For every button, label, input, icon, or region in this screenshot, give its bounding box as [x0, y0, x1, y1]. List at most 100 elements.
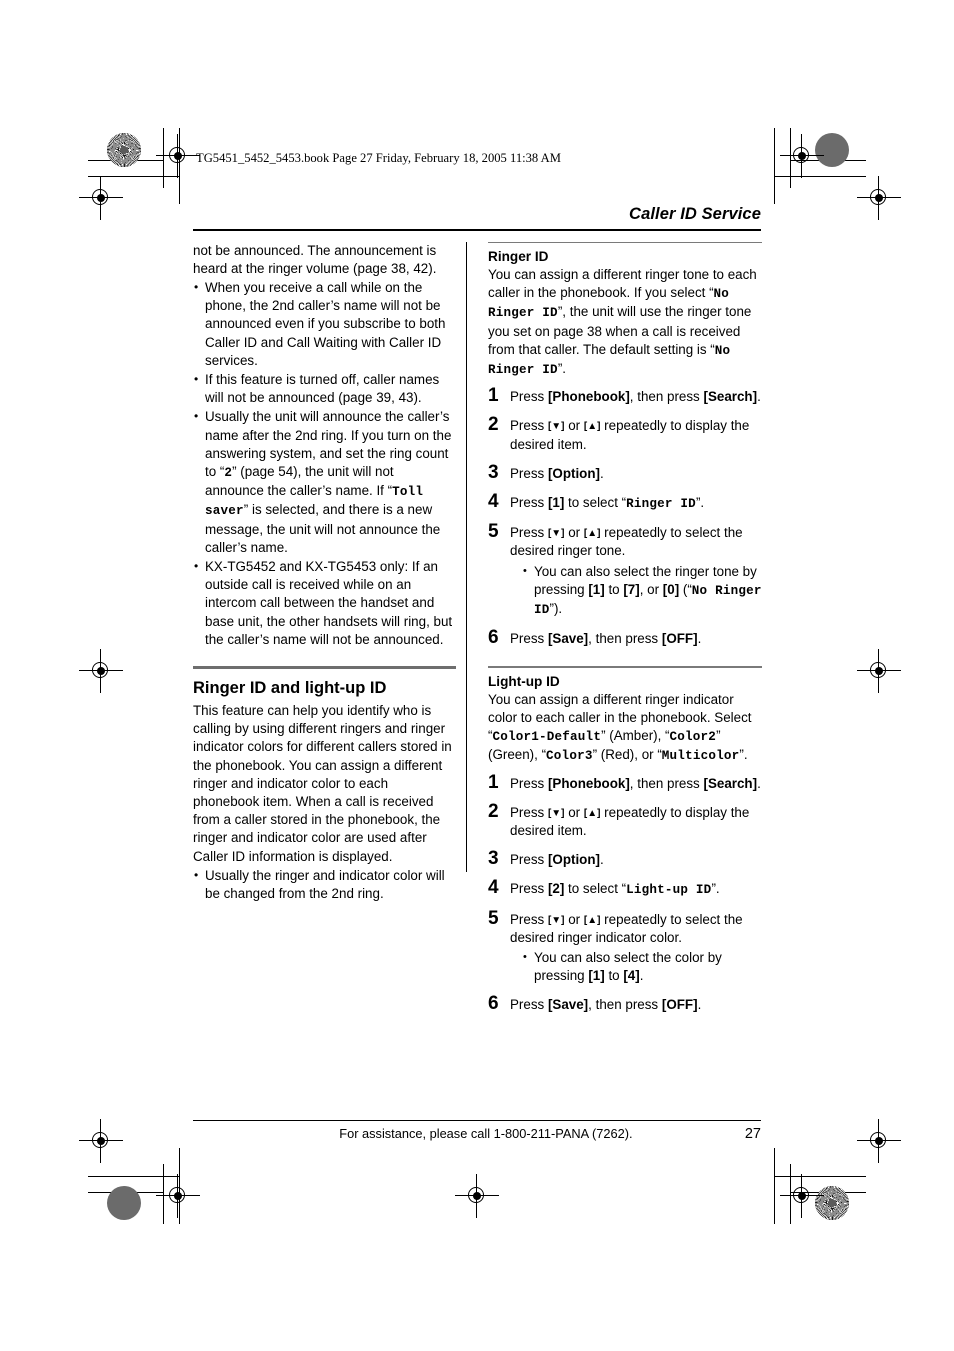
density-patch-star	[815, 1186, 849, 1220]
key-label: [1]	[588, 968, 605, 984]
step-item: 3 Press [Option].	[488, 462, 762, 483]
crop-mark	[790, 160, 866, 161]
step-seg: Press	[510, 418, 548, 434]
step-seg: , then press	[629, 775, 704, 791]
registration-target	[857, 176, 901, 220]
step-item: 6 Press [Save], then press [OFF].	[488, 627, 762, 649]
step-item: 4 Press [2] to select “Light-up ID”.	[488, 877, 762, 899]
ringer-id-intro: You can assign a different ringer tone t…	[488, 266, 762, 379]
key-label-up-arrow: [▲]	[583, 807, 601, 819]
step-seg: or	[564, 911, 584, 927]
step-subbullet-list: You can also select the color by pressin…	[510, 948, 762, 985]
crop-mark	[88, 160, 164, 161]
crop-mark	[774, 128, 775, 204]
left-column: not be announced. The announcement is he…	[193, 242, 456, 1026]
two-column-layout: not be announced. The announcement is he…	[193, 241, 762, 1026]
subsection-title-light-up-id: Light-up ID	[488, 673, 560, 689]
bullet-text: When you receive a call while on the pho…	[205, 280, 446, 368]
bullet-text: KX-TG5452 and KX-TG5453 only: If an outs…	[205, 559, 453, 647]
step-item: 2 Press [▼] or [▲] repeatedly to display…	[488, 414, 762, 453]
section-intro: This feature can help you identify who i…	[193, 703, 452, 864]
page-body: Caller ID Service not be announced. The …	[193, 205, 762, 1026]
step-seg: .	[757, 775, 761, 791]
step-text: Press [▼] or [▲] repeatedly to select th…	[510, 912, 743, 945]
ringer-id-steps: 1 Press [Phonebook], then press [Search]…	[488, 385, 762, 649]
registration-target	[79, 176, 123, 220]
key-label: [OFF]	[661, 997, 698, 1013]
registration-target	[455, 1174, 499, 1218]
step-subbullet-list: You can also select the ringer tone by p…	[510, 562, 762, 620]
left-bullet-list: When you receive a call while on the pho…	[193, 278, 456, 649]
assistance-text: For assistance, please call 1-800-211-PA…	[339, 1126, 633, 1141]
step-text: Press [Phonebook], then press [Search].	[510, 389, 761, 404]
intro-seg: ” (Red), or “	[592, 747, 662, 763]
subbullet-seg: , or	[639, 581, 663, 597]
continued-paragraph: not be announced. The announcement is he…	[193, 242, 437, 276]
list-item: If this feature is turned off, caller na…	[193, 370, 456, 407]
crop-mark	[790, 1192, 866, 1193]
lcd-text: 2	[224, 466, 233, 481]
intro-seg: ”.	[557, 361, 567, 376]
registration-target	[79, 1119, 123, 1163]
step-seg: .	[757, 389, 761, 405]
step-text: Press [2] to select “Light-up ID”.	[510, 881, 720, 898]
step-item: 1 Press [Phonebook], then press [Search]…	[488, 385, 762, 406]
list-item: You can also select the color by pressin…	[523, 948, 762, 985]
lcd-text: Light-up ID	[626, 883, 712, 898]
step-item: 5 Press [▼] or [▲] repeatedly to select …	[488, 521, 762, 620]
step-seg: , then press	[629, 389, 704, 405]
step-number: 4	[488, 491, 499, 513]
registration-target	[780, 1174, 824, 1218]
step-seg: Press	[510, 495, 548, 511]
step-number: 2	[488, 414, 499, 436]
step-text: Press [1] to select “Ringer ID”.	[510, 495, 705, 511]
section-bullet-list: Usually the ringer and indicator color w…	[193, 866, 456, 903]
step-item: 4 Press [1] to select “Ringer ID”.	[488, 491, 762, 513]
section-divider	[193, 666, 456, 670]
crop-mark	[790, 1164, 791, 1224]
header-rule	[193, 229, 761, 231]
key-label: [1]	[547, 495, 565, 511]
step-item: 3 Press [Option].	[488, 848, 762, 869]
list-item: When you receive a call while on the pho…	[193, 278, 456, 370]
step-seg: .	[697, 631, 702, 647]
subbullet-seg: (“	[679, 581, 692, 597]
step-item: 5 Press [▼] or [▲] repeatedly to select …	[488, 908, 762, 986]
density-patch-solid	[107, 1186, 141, 1220]
key-label: [Option]	[547, 852, 601, 868]
key-label: [Phonebook]	[547, 389, 630, 405]
registration-target	[156, 1174, 200, 1218]
list-item: Usually the ringer and indicator color w…	[193, 866, 456, 903]
key-label: [Save]	[547, 631, 589, 647]
step-text: Press [▼] or [▲] repeatedly to display t…	[510, 805, 749, 838]
key-label-up-arrow: [▲]	[583, 914, 601, 926]
step-seg: ”.	[711, 881, 720, 897]
crop-mark	[774, 1148, 775, 1224]
key-label: [0]	[662, 581, 680, 597]
subbullet-seg: to	[604, 968, 624, 984]
key-label: [Phonebook]	[547, 775, 630, 791]
page-number: 27	[744, 1126, 761, 1142]
step-seg: .	[600, 465, 604, 481]
step-item: 1 Press [Phonebook], then press [Search]…	[488, 772, 762, 793]
key-label: [4]	[623, 968, 640, 984]
step-seg: .	[600, 852, 604, 868]
step-number: 6	[488, 627, 499, 649]
bullet-text: If this feature is turned off, caller na…	[205, 372, 440, 406]
step-text: Press [Phonebook], then press [Search].	[510, 776, 761, 791]
registration-target	[79, 649, 123, 693]
book-slug-line: TG5451_5452_5453.book Page 27 Friday, Fe…	[196, 151, 561, 165]
footer-rule	[193, 1120, 761, 1122]
density-patch-solid	[815, 133, 849, 167]
step-seg: Press	[510, 997, 548, 1013]
step-seg: Press	[510, 465, 548, 481]
step-seg: ”.	[695, 495, 705, 511]
lcd-text: Multicolor	[661, 749, 740, 764]
lcd-text: Color1-Default	[492, 730, 602, 745]
column-separator-rule	[466, 241, 488, 872]
section-title: Ringer ID and light-up ID	[193, 679, 387, 698]
crop-mark	[179, 128, 180, 204]
registration-target	[780, 134, 824, 178]
registration-target	[857, 1119, 901, 1163]
subsection-divider	[488, 241, 762, 243]
